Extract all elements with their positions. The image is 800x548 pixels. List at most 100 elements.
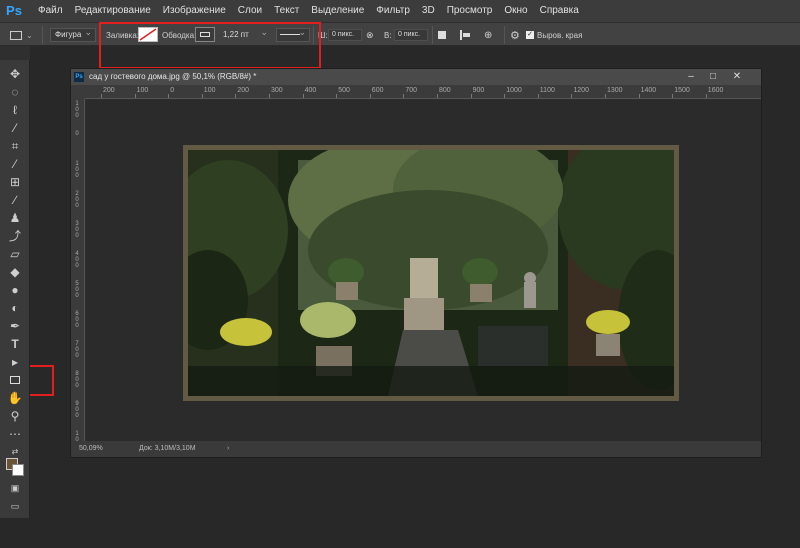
ruler-tick — [537, 94, 539, 98]
gradient-tool-icon[interactable]: ◆ — [6, 264, 24, 280]
ruler-tick-label: 3 0 0 — [75, 221, 79, 239]
ruler-tick-label: 1300 — [607, 87, 623, 94]
dodge-tool-icon[interactable]: ◐ — [6, 300, 24, 316]
menu-image[interactable]: Изображение — [157, 0, 232, 22]
ruler-tick — [605, 94, 606, 98]
menu-view[interactable]: Просмотр — [441, 0, 499, 22]
marquee-tool-icon[interactable]: ◌ — [6, 84, 24, 100]
tools-panel-header — [0, 46, 30, 60]
quick-mask-icon[interactable]: ▣ — [6, 480, 24, 496]
ruler-tick — [269, 94, 270, 98]
tool-preset-picker[interactable]: ⌄ — [10, 23, 33, 47]
minimize-icon[interactable]: – — [681, 69, 701, 85]
document-window: Ps сад у гостевого дома.jpg @ 50,1% (RGB… — [70, 68, 762, 458]
healing-brush-tool-icon[interactable]: ⊞ — [6, 174, 24, 190]
menu-filter[interactable]: Фильтр — [370, 0, 416, 22]
zoom-tool-icon[interactable]: ⚲ — [6, 408, 24, 424]
type-tool-icon[interactable]: T — [6, 336, 24, 352]
ruler-tick-label: 500 — [338, 87, 350, 94]
ruler-tick-label: 1400 — [640, 87, 657, 94]
tools-panel: ✥ ◌ ℓ ⁄ ⌗ ⁄ ⊞ ∕ ♟ ⤴ ▱ ◆ ● ◐ ✒ T ▸ ✋ ⚲ ⋯ … — [0, 46, 30, 518]
document-size: Док: 3,10M/3,10M — [139, 445, 196, 452]
height-label: В: — [384, 30, 392, 40]
menu-edit[interactable]: Редактирование — [69, 0, 157, 22]
menu-layers[interactable]: Слои — [232, 0, 268, 22]
height-field[interactable]: 0 пикс. — [394, 29, 428, 41]
quick-selection-tool-icon[interactable]: ⁄ — [6, 120, 24, 136]
path-operations-icon[interactable] — [438, 23, 446, 47]
ruler-tick-label: 400 — [304, 87, 317, 94]
menu-select[interactable]: Выделение — [305, 0, 370, 22]
zoom-level[interactable]: 50,09% — [79, 441, 103, 457]
ruler-tick-label: 1 0 0 — [75, 161, 79, 179]
eraser-tool-icon[interactable]: ▱ — [6, 246, 24, 262]
maximize-icon[interactable]: □ — [703, 69, 723, 85]
rectangle-tool-icon[interactable] — [6, 372, 24, 388]
history-brush-tool-icon[interactable]: ⤴ — [6, 228, 24, 244]
menu-help[interactable]: Справка — [534, 0, 585, 22]
ruler-tick-label: 200 — [237, 87, 250, 94]
clone-stamp-tool-icon[interactable]: ♟ — [6, 210, 24, 226]
ruler-origin[interactable] — [71, 85, 85, 99]
ruler-tick — [369, 94, 371, 98]
horizontal-ruler[interactable]: 200 100 0 100 200 300 400 500 600 700 800 900 1000 11… — [85, 85, 761, 99]
ruler-tick-label: 4 0 0 — [75, 251, 79, 269]
screen-mode-icon[interactable]: ▭ — [6, 498, 24, 514]
lasso-tool-icon[interactable]: ℓ — [6, 102, 24, 118]
ruler-tick-label: 0 — [170, 87, 175, 94]
hand-tool-icon[interactable]: ✋ — [6, 390, 24, 406]
document-type-icon: Ps — [74, 72, 84, 82]
tool-mode-select[interactable]: Фигура — [50, 26, 96, 42]
ruler-tick-label: 100 — [136, 87, 149, 94]
status-menu-arrow-icon[interactable]: › — [227, 441, 229, 457]
vertical-ruler[interactable]: 1 0 0 0 1 0 0 2 0 0 3 0 0 4 0 0 5 0 0 6 0 0 7 0 … — [71, 99, 85, 441]
ruler-tick — [403, 94, 405, 98]
ruler-tick-label: 300 — [271, 87, 283, 94]
link-icon[interactable]: ⊗ — [366, 23, 374, 47]
menu-bar: Ps Файл Редактирование Изображение Слои … — [0, 0, 800, 22]
status-bar: 50,09% Док: 3,10M/3,10M › — [71, 441, 761, 457]
brush-tool-icon[interactable]: ∕ — [6, 192, 24, 208]
path-alignment-icon[interactable] — [460, 23, 470, 47]
menu-3d[interactable]: 3D — [416, 0, 441, 22]
ruler-tick — [504, 94, 506, 98]
ruler-tick — [101, 94, 102, 98]
ruler-tick — [235, 94, 237, 98]
menu-window[interactable]: Окно — [498, 0, 533, 22]
menu-type[interactable]: Текст — [268, 0, 305, 22]
ruler-tick-label: 700 — [405, 87, 418, 94]
document-tab[interactable]: Ps сад у гостевого дома.jpg @ 50,1% (RGB… — [71, 69, 761, 85]
ruler-tick-label: 1100 — [539, 87, 555, 94]
background-color-swatch[interactable] — [12, 464, 24, 476]
ruler-tick-label: 1000 — [506, 87, 522, 94]
close-icon[interactable]: ✕ — [727, 69, 747, 85]
garden-photo — [188, 150, 674, 396]
pen-tool-icon[interactable]: ✒ — [6, 318, 24, 334]
ruler-tick — [705, 94, 707, 98]
divider — [42, 26, 43, 44]
ruler-tick — [201, 94, 203, 98]
align-edges-checkbox[interactable]: ✓ Выров. края — [526, 23, 582, 47]
ruler-tick-label: 1600 — [707, 87, 724, 94]
ruler-tick-label: 1200 — [573, 87, 589, 94]
ruler-tick-label: 200 — [103, 87, 115, 94]
more-tools-icon[interactable]: ⋯ — [6, 426, 24, 442]
menu-file[interactable]: Файл — [32, 0, 69, 22]
eyedropper-tool-icon[interactable]: ⁄ — [6, 156, 24, 172]
ruler-tick — [470, 94, 472, 98]
align-edges-label: Выров. края — [537, 30, 583, 40]
ruler-tick-label: 9 0 0 — [75, 401, 79, 419]
rectangle-shape-icon — [10, 30, 22, 40]
ruler-tick-label: 5 0 0 — [75, 281, 79, 299]
blur-tool-icon[interactable]: ● — [6, 282, 24, 298]
path-arrangement-icon[interactable]: ⊕ — [484, 23, 492, 47]
width-field[interactable]: 0 пикс. — [328, 29, 362, 41]
ruler-tick-label: 900 — [472, 87, 485, 94]
path-selection-tool-icon[interactable]: ▸ — [6, 354, 24, 370]
ruler-tick-label: 6 0 0 — [75, 311, 79, 329]
canvas-area[interactable] — [86, 100, 761, 442]
crop-tool-icon[interactable]: ⌗ — [6, 138, 24, 154]
move-tool-icon[interactable]: ✥ — [6, 66, 24, 82]
gear-icon[interactable]: ⚙ — [510, 23, 520, 47]
ruler-tick-label: 100 — [203, 87, 216, 94]
